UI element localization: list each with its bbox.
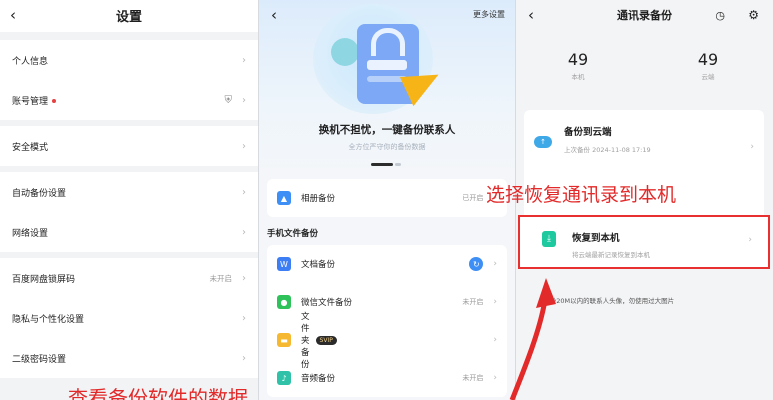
folder-icon: ▬ [277, 333, 291, 347]
svip-badge: SVIP [315, 335, 337, 345]
chevron-right-icon: › [242, 186, 246, 198]
chevron-right-icon: › [748, 235, 752, 245]
restore-to-local-subtitle: 将云端最新记录恢复到本机 [572, 251, 650, 259]
page-title: 设置 [115, 10, 142, 25]
settings-group-privacy: 百度网盘锁屏码 未开启 › 隐私与个性化设置 › 二级密码设置 › [0, 258, 258, 378]
settings-item-label: 个人信息 [12, 56, 49, 67]
chevron-right-icon: › [242, 94, 246, 106]
chevron-right-icon: › [493, 335, 497, 345]
document-backup-label: 文档备份 [301, 260, 336, 270]
hero-banner: ‹ 更多设置 换机不担忧，一键备份联系人 全方位严守你的备份数据 [259, 0, 515, 175]
section-title: 手机文件备份 [267, 229, 319, 239]
settings-item-second-password[interactable]: 二级密码设置 › [0, 338, 258, 378]
settings-item-network[interactable]: 网络设置 › [0, 212, 258, 252]
folder-backup-item[interactable]: ▬ 文件夹备份 SVIP › [267, 312, 507, 370]
file-backup-card: W 文档备份 ↻ › ● 微信文件备份 未开启 › ▬ 文件夹备份 SVIP ›… [267, 245, 507, 397]
chevron-right-icon: › [750, 142, 754, 152]
settings-item-personal-info[interactable]: 个人信息 › [0, 40, 258, 80]
settings-item-value: 未开启 [209, 273, 233, 283]
hero-subtitle: 全方位严守你的备份数据 [348, 143, 426, 151]
document-icon: W [277, 257, 291, 271]
gear-icon[interactable]: ⚙ [748, 8, 759, 22]
notification-dot [52, 99, 57, 103]
restore-to-local-title: 恢复到本机 [572, 233, 620, 244]
card-handle-illustration [371, 28, 405, 56]
cloud-count: 49 [697, 50, 719, 69]
settings-item-account-manage[interactable]: 账号管理 ⛨ › [0, 80, 258, 120]
settings-item-label: 自动备份设置 [12, 188, 67, 199]
contacts-header: ‹ 通讯录备份 ◷ ⚙ [516, 0, 773, 32]
local-caption: 本机 [571, 73, 585, 81]
settings-group-account: 个人信息 › 账号管理 ⛨ › [0, 40, 258, 120]
album-backup-label: 相册备份 [301, 194, 336, 204]
back-icon[interactable]: ‹ [271, 6, 277, 24]
carousel-indicator [395, 163, 401, 166]
settings-item-label: 二级密码设置 [12, 354, 67, 365]
settings-group-safe: 安全模式 › [0, 126, 258, 166]
more-settings-link[interactable]: 更多设置 [473, 9, 505, 20]
settings-item-label: 网络设置 [12, 228, 49, 239]
chevron-right-icon: › [242, 312, 246, 324]
cloud-upload-icon: ↑ [534, 136, 552, 148]
document-backup-item[interactable]: W 文档备份 ↻ › [267, 245, 507, 283]
wechat-backup-status: 未开启 [462, 298, 484, 306]
backup-to-cloud-title: 备份到云端 [564, 127, 612, 138]
settings-header: ‹ 设置 [0, 0, 258, 32]
settings-item-lock-code[interactable]: 百度网盘锁屏码 未开启 › [0, 258, 258, 298]
settings-group-backup: 自动备份设置 › 网络设置 › [0, 172, 258, 252]
audio-backup-label: 音频备份 [301, 374, 336, 384]
settings-item-auto-backup[interactable]: 自动备份设置 › [0, 172, 258, 212]
chevron-right-icon: › [493, 373, 497, 383]
history-clock-icon[interactable]: ◷ [715, 9, 725, 22]
backup-panel: ‹ 更多设置 换机不担忧，一键备份联系人 全方位严守你的备份数据 ▲ 相册备份 … [259, 0, 515, 400]
chevron-right-icon: › [242, 352, 246, 364]
sync-icon: ↻ [469, 257, 484, 271]
image-icon: ▲ [277, 191, 291, 205]
settings-item-label-wrap: 账号管理 [12, 94, 225, 107]
settings-panel: ‹ 设置 个人信息 › 账号管理 ⛨ › 安全模式 › 自动备份设置 › 网络设… [0, 0, 258, 400]
chevron-right-icon: › [493, 259, 497, 269]
avatar-size-note: *备份20M以内的联系人头像，勿使用过大图片 [540, 297, 675, 305]
wechat-backup-label: 微信文件备份 [301, 298, 353, 308]
cloud-stat: 49 云端 [678, 50, 738, 81]
settings-item-safe-mode[interactable]: 安全模式 › [0, 126, 258, 166]
settings-item-label: 隐私与个性化设置 [12, 314, 85, 325]
chevron-right-icon: › [242, 272, 246, 284]
chevron-right-icon: › [242, 226, 246, 238]
shield-icon: ⛨ [224, 94, 233, 106]
cloud-caption: 云端 [701, 73, 715, 81]
local-stat: 49 本机 [548, 50, 608, 81]
chevron-right-icon: › [242, 54, 246, 66]
annotation-restore-label: 选择恢复通讯录到本机 [486, 184, 677, 206]
card-line-illustration [367, 60, 407, 70]
album-backup-item[interactable]: ▲ 相册备份 已开启 › [267, 179, 507, 217]
local-count: 49 [567, 50, 589, 69]
last-backup-time: 上次备份 2024-11-08 17:19 [564, 146, 651, 154]
settings-item-label: 账号管理 [12, 96, 49, 107]
annotation-view-data-label: 查看备份软件的数据 [68, 386, 248, 400]
album-backup-card: ▲ 相册备份 已开启 › [267, 179, 507, 217]
settings-item-privacy[interactable]: 隐私与个性化设置 › [0, 298, 258, 338]
hero-title: 换机不担忧，一键备份联系人 [318, 124, 456, 136]
backup-to-cloud-item[interactable]: ↑ 备份到云端 上次备份 2024-11-08 17:19 › [524, 110, 764, 176]
cloud-bubble-icon [331, 38, 359, 66]
audio-backup-status: 未开启 [462, 374, 484, 382]
folder-backup-label: 文件夹备份 [301, 312, 310, 370]
chevron-right-icon: › [493, 297, 497, 307]
download-icon: ⤓ [542, 231, 556, 247]
restore-to-local-item[interactable]: ⤓ 恢复到本机 将云端最新记录恢复到本机 › [518, 215, 770, 269]
album-backup-status: 已开启 [462, 194, 484, 202]
carousel-indicator-active [371, 163, 393, 166]
music-icon: ♪ [277, 371, 291, 385]
settings-item-label: 百度网盘锁屏码 [12, 274, 76, 285]
page-title: 通讯录备份 [617, 9, 672, 22]
chevron-right-icon: › [242, 140, 246, 152]
wechat-icon: ● [277, 295, 291, 309]
settings-item-label: 安全模式 [12, 142, 49, 153]
